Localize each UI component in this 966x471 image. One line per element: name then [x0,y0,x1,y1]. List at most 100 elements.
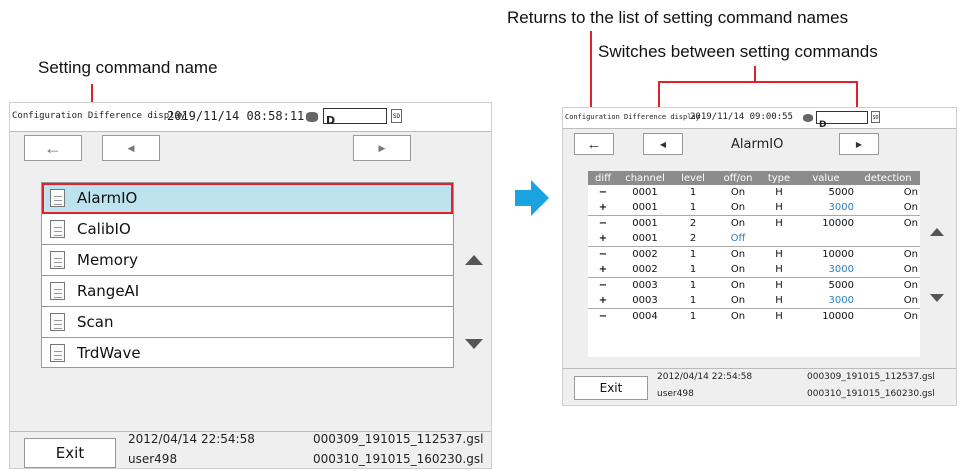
list-item-3[interactable]: RangeAI [42,276,453,307]
diff-table: diff channel level off/on type value det… [588,171,920,324]
diff-level: 1 [672,185,714,200]
diff-sign: + [588,200,618,216]
right-sd-icon: SD [871,111,880,123]
left-titlebar: Configuration Difference display 2019/11… [10,103,491,132]
diff-value: 5000 [796,277,856,293]
left-file2: 000310_191015_160230.gsl [313,452,484,466]
callout-returns-to-list: Returns to the list of setting command n… [507,8,849,27]
diff-offon: On [714,262,762,278]
file-icon [50,282,65,300]
left-datetime: 2019/11/14 08:58:11 [167,109,305,123]
diff-channel: 0001 [618,215,672,231]
diff-offon: On [714,293,762,309]
right-bottombar: Exit 2012/04/14 22:54:58 user498 000309_… [563,368,956,405]
list-item-5[interactable]: TrdWave [42,338,453,367]
diff-offon: On [714,308,762,324]
left-back-button[interactable]: ← [24,135,82,161]
diff-channel: 0003 [618,277,672,293]
diff-type: H [762,293,796,309]
diff-row: +0001 2 Off [588,231,920,247]
diff-sign: + [588,262,618,278]
col-value: value [796,171,856,185]
diff-level: 1 [672,262,714,278]
right-title: Configuration Difference display [565,113,700,121]
diff-channel: 0004 [618,308,672,324]
diff-sign: − [588,277,618,293]
diff-value: 3000 [796,293,856,309]
left-title: Configuration Difference display [12,111,186,121]
right-file2: 000310_191015_160230.gsl [807,389,935,399]
left-bottombar: Exit 2012/04/14 22:54:58 user498 000309_… [10,431,491,468]
diff-channel: 0001 [618,185,672,200]
diff-value: 3000 [796,262,856,278]
diff-value: 10000 [796,246,856,262]
diff-table-header: diff channel level off/on type value det… [588,171,920,185]
callout-bracket-top [658,81,858,83]
diff-row: −0003 1 On H 5000 On [588,277,920,293]
diff-detection: On [856,308,920,324]
list-item-4[interactable]: Scan [42,307,453,338]
left-disk-label: D [326,114,336,127]
diff-type: H [762,215,796,231]
right-prev-button[interactable]: ◀ [643,133,683,155]
left-prev-button[interactable]: ◀ [102,135,160,161]
right-file1: 000309_191015_112537.gsl [807,372,935,382]
diff-channel: 0002 [618,246,672,262]
diff-sign: + [588,293,618,309]
list-item-1[interactable]: CalibIO [42,214,453,245]
left-scroll-down-icon[interactable] [465,339,483,349]
diff-offon: On [714,200,762,216]
col-channel: channel [618,171,672,185]
command-list: AlarmIO CalibIO Memory RangeAI Scan TrdW… [41,182,454,368]
diff-detection [856,231,920,247]
right-file-datetime: 2012/04/14 22:54:58 [657,372,753,382]
diff-offon: On [714,185,762,200]
list-item-2[interactable]: Memory [42,245,453,276]
left-screen: Configuration Difference display 2019/11… [9,102,492,469]
diff-level: 2 [672,215,714,231]
diff-row: −0001 2 On H 10000 On [588,215,920,231]
diff-row: −0001 1 On H 5000 On [588,185,920,200]
diff-detection: On [856,185,920,200]
diff-row: −0004 1 On H 10000 On [588,308,920,324]
diff-offon: Off [714,231,762,247]
diff-row: +0001 1 On H 3000 On [588,200,920,216]
diff-sign: + [588,231,618,247]
diff-level: 1 [672,308,714,324]
transition-arrow-icon [515,180,549,216]
left-scroll-up-icon[interactable] [465,255,483,265]
list-item-label: RangeAI [77,282,140,300]
right-scroll-up-icon[interactable] [930,228,944,236]
diff-level: 1 [672,200,714,216]
left-disk-field: D [323,108,387,127]
diff-value: 5000 [796,185,856,200]
diff-sign: − [588,246,618,262]
diff-value [796,231,856,247]
right-disk-icon [803,114,813,122]
diff-type: H [762,308,796,324]
diff-type: H [762,185,796,200]
left-exit-button[interactable]: Exit [24,438,116,468]
right-screen: Configuration Difference display 2019/11… [562,107,957,406]
right-command-title: AlarmIO [731,137,784,152]
diff-row: −0002 1 On H 10000 On [588,246,920,262]
right-back-button[interactable]: ← [574,133,614,155]
list-item-0[interactable]: AlarmIO [42,183,453,214]
left-disk-icon [306,112,318,122]
file-icon [50,189,65,207]
right-next-button[interactable]: ▶ [839,133,879,155]
diff-offon: On [714,215,762,231]
diff-level: 1 [672,246,714,262]
diff-value: 10000 [796,215,856,231]
right-datetime: 2019/11/14 09:00:55 [690,112,793,122]
diff-channel: 0002 [618,262,672,278]
diff-detection: On [856,293,920,309]
right-scroll-down-icon[interactable] [930,294,944,302]
diff-detection: On [856,277,920,293]
left-file1: 000309_191015_112537.gsl [313,432,484,446]
diff-channel: 0001 [618,200,672,216]
right-exit-button[interactable]: Exit [574,376,648,400]
diff-row: +0002 1 On H 3000 On [588,262,920,278]
diff-type: H [762,262,796,278]
left-next-button[interactable]: ▶ [353,135,411,161]
